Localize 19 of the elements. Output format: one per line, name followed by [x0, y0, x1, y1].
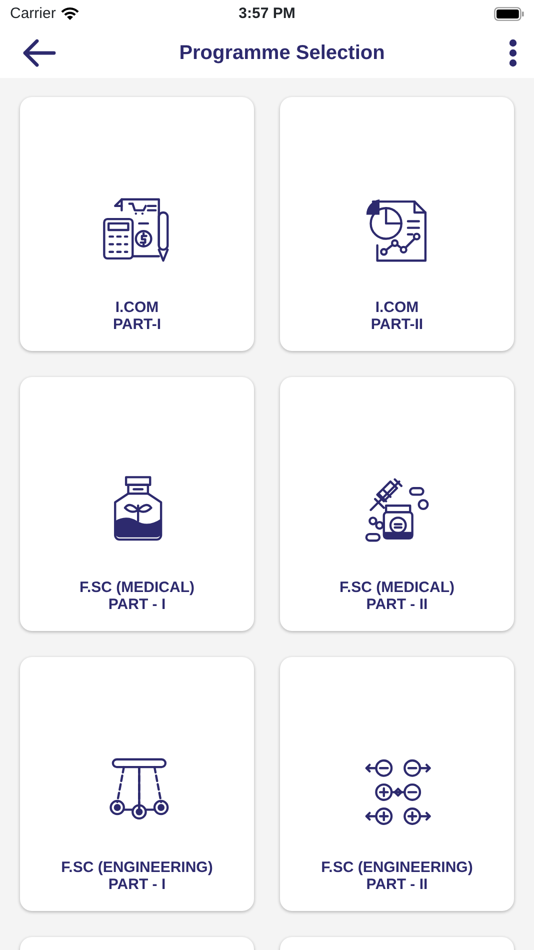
- back-arrow-icon[interactable]: [22, 39, 56, 67]
- battery-icon: [494, 7, 524, 21]
- screen-title: Programme Selection: [179, 41, 385, 66]
- programme-label: F.SC (MEDICAL) PART - I: [80, 579, 194, 613]
- clock-time: 3:57 PM: [238, 4, 296, 24]
- programme-label: F.SC (MEDICAL) PART - II: [340, 579, 454, 613]
- programme-card[interactable]: F.SC (ENGINEERING) PART - I: [20, 657, 254, 911]
- programme-label: F.SC (ENGINEERING) PART - II: [321, 859, 473, 893]
- programme-card[interactable]: I.COM PART-II: [280, 97, 514, 351]
- programme-card[interactable]: F.SC (MEDICAL) PART - II: [280, 377, 514, 631]
- programme-card[interactable]: F.SC (MEDICAL) PART - I: [20, 377, 254, 631]
- programme-label: F.SC (ENGINEERING) PART - I: [61, 859, 213, 893]
- programme-label: I.COM PART-I: [112, 299, 162, 333]
- programme-card[interactable]: I.COM PART-I: [20, 97, 254, 351]
- wifi-icon: [60, 7, 80, 21]
- more-options-icon[interactable]: [508, 39, 518, 67]
- programme-label: I.COM PART-II: [370, 299, 424, 333]
- programme-card[interactable]: F.SC (ENGINEERING) PART - II: [280, 657, 514, 911]
- carrier-label: Carrier: [10, 4, 56, 24]
